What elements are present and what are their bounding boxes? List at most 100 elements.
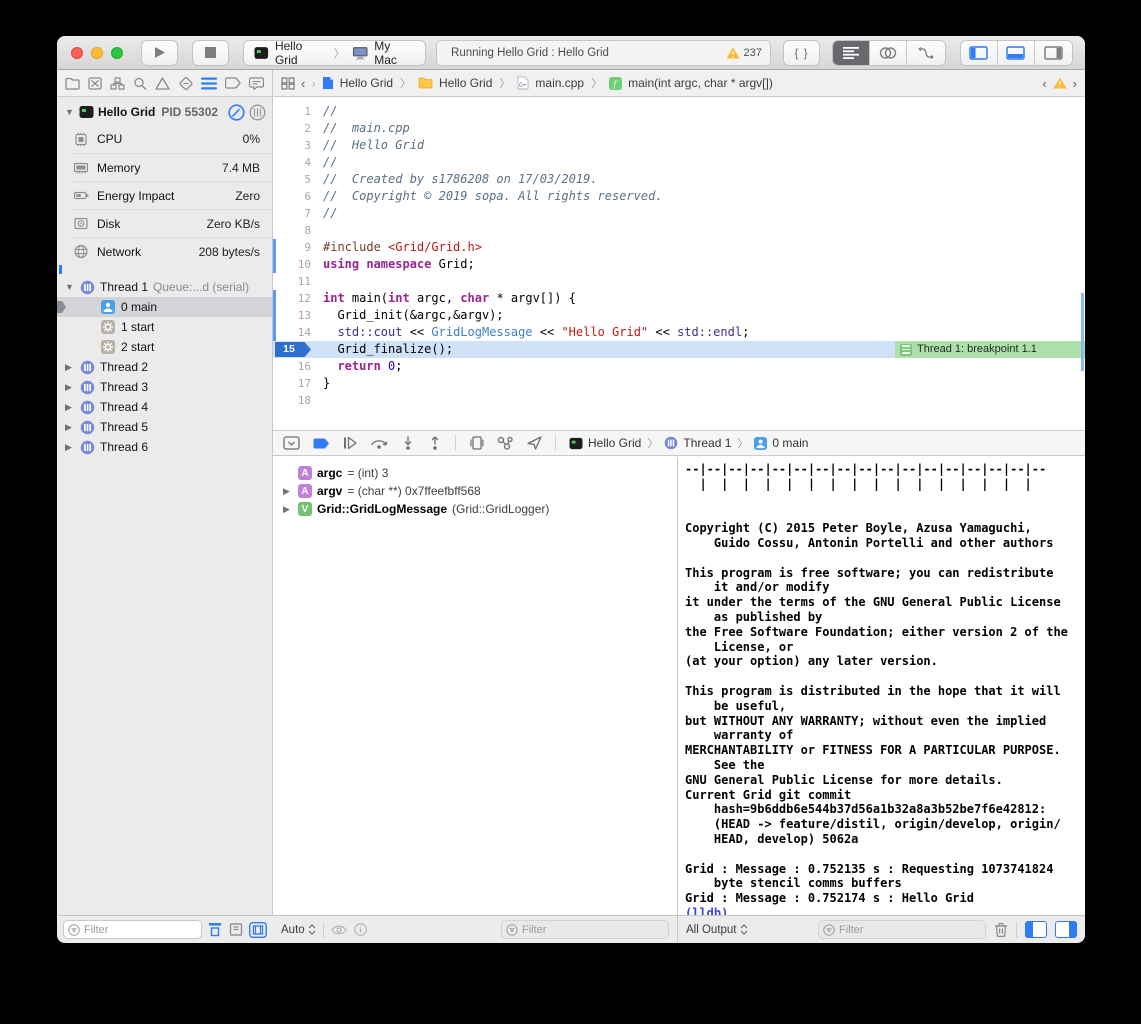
gauge-row-disk[interactable]: DiskZero KB/s <box>73 209 272 237</box>
code-line[interactable]: 2// main.cpp <box>273 120 1085 137</box>
forward-button[interactable]: › <box>311 76 315 91</box>
continue-button[interactable] <box>343 436 357 450</box>
jumpbar-file[interactable]: main.cpp <box>535 76 584 90</box>
code-line[interactable]: 7// <box>273 205 1085 222</box>
gauge-row-network[interactable]: Network208 bytes/s <box>73 237 272 265</box>
source-control-navigator-icon[interactable] <box>88 77 102 90</box>
disclosure-triangle-icon[interactable]: ▶ <box>65 382 75 393</box>
code-line[interactable]: 13 Grid_init(&argc,&argv); <box>273 307 1085 324</box>
toggle-navigator-button[interactable] <box>961 41 998 65</box>
debug-navigator-icon[interactable] <box>201 77 217 90</box>
clear-console-trash-button[interactable] <box>994 922 1008 937</box>
variable-row[interactable]: ▶VGrid::GridLogMessage(Grid::GridLogger) <box>273 500 677 518</box>
find-navigator-icon[interactable] <box>133 77 147 90</box>
crumb-app[interactable]: Hello Grid <box>588 436 641 450</box>
code-line[interactable]: 5// Created by s1786208 on 17/03/2019. <box>273 171 1085 188</box>
issue-navigator-icon[interactable] <box>155 77 170 90</box>
console-view[interactable]: --|--|--|--|--|--|--|--|--|--|--|--|--|-… <box>677 457 1085 915</box>
toggle-inspector-button[interactable] <box>1035 41 1072 65</box>
variables-filter-input[interactable] <box>502 924 668 936</box>
zoom-button[interactable] <box>111 47 123 59</box>
toggle-debug-area-button[interactable] <box>998 41 1035 65</box>
code-line[interactable]: 6// Copyright © 2019 sopa. All rights re… <box>273 188 1085 205</box>
test-navigator-icon[interactable] <box>179 77 193 90</box>
navigator-filter-input[interactable] <box>64 924 201 936</box>
variable-row[interactable]: ▶Aargv= (char **) 0x7ffeefbff568 <box>273 482 677 500</box>
disclosure-triangle-icon[interactable]: ▶ <box>283 486 293 497</box>
scheme-selector[interactable]: Hello Grid 〉 My Mac <box>243 40 426 66</box>
close-button[interactable] <box>71 47 83 59</box>
thread-row[interactable]: ▶Thread 3 <box>57 377 272 397</box>
disclosure-triangle-icon[interactable]: ▼ <box>65 282 75 292</box>
breakpoints-toggle-button[interactable] <box>313 437 330 450</box>
code-line[interactable]: 3// Hello Grid <box>273 137 1085 154</box>
disclosure-triangle-icon[interactable]: ▶ <box>65 402 75 413</box>
stack-frame-row[interactable]: 0 main <box>57 297 272 317</box>
console-filter-input[interactable] <box>819 924 985 936</box>
back-button[interactable]: ‹ <box>301 76 305 91</box>
code-line[interactable]: 18 <box>273 392 1085 409</box>
simulate-location-button[interactable] <box>527 436 542 450</box>
thread-view-button[interactable] <box>249 104 266 121</box>
disclosure-triangle-icon[interactable]: ▼ <box>65 107 75 117</box>
console-filter-field[interactable] <box>818 920 986 939</box>
assistant-editor-button[interactable] <box>870 41 907 65</box>
code-line[interactable]: 9#include <Grid/Grid.h> <box>273 239 1085 256</box>
code-line[interactable]: 1// <box>273 103 1085 120</box>
disclosure-triangle-icon[interactable]: ▶ <box>65 422 75 433</box>
breakpoint-badge[interactable]: 15 <box>275 342 311 357</box>
jumpbar-symbol[interactable]: main(int argc, char * argv[]) <box>628 76 773 90</box>
view-hierarchy-button[interactable] <box>469 436 484 450</box>
stack-frame-row[interactable]: 1 start <box>57 317 272 337</box>
source-editor[interactable]: 1//2// main.cpp3// Hello Grid4//5// Crea… <box>273 97 1085 430</box>
gauge-row-cpu[interactable]: CPU0% <box>73 125 272 153</box>
code-line[interactable]: 17} <box>273 375 1085 392</box>
hide-debug-area-button[interactable] <box>283 436 300 450</box>
version-editor-button[interactable] <box>907 41 944 65</box>
memory-graph-button[interactable] <box>497 436 514 450</box>
code-line[interactable]: 12int main(int argc, char * argv[]) { <box>273 290 1085 307</box>
jumpbar-folder[interactable]: Hello Grid <box>439 76 492 90</box>
step-into-button[interactable] <box>401 436 415 450</box>
related-items-icon[interactable] <box>281 77 295 90</box>
disclosure-triangle-icon[interactable]: ▶ <box>65 362 75 373</box>
code-line[interactable]: 16 return 0; <box>273 358 1085 375</box>
filter-running-toggle[interactable] <box>207 922 223 937</box>
next-issue-button[interactable]: › <box>1073 76 1077 91</box>
step-out-button[interactable] <box>428 436 442 450</box>
process-row[interactable]: ▼ Hello Grid PID 55302 <box>57 99 272 125</box>
library-button[interactable]: { } <box>783 40 820 66</box>
navigator-filter-field[interactable] <box>63 920 202 939</box>
project-navigator-icon[interactable] <box>65 77 80 90</box>
report-navigator-icon[interactable] <box>249 77 264 90</box>
console-output-dropdown[interactable]: All Output <box>686 924 748 936</box>
crumb-frame[interactable]: 0 main <box>772 436 808 450</box>
lldb-prompt[interactable]: (lldb) <box>685 906 1085 915</box>
thread-row[interactable]: ▶Thread 2 <box>57 357 272 377</box>
toggle-variables-view-button[interactable] <box>1025 921 1047 938</box>
disclosure-triangle-icon[interactable]: ▶ <box>65 442 75 453</box>
toggle-console-view-button[interactable] <box>1055 921 1077 938</box>
breakpoint-navigator-icon[interactable] <box>225 77 241 89</box>
variables-filter-field[interactable] <box>501 920 669 939</box>
crumb-thread[interactable]: Thread 1 <box>683 436 731 450</box>
code-line[interactable]: 10using namespace Grid; <box>273 256 1085 273</box>
code-line[interactable]: 8 <box>273 222 1085 239</box>
jumpbar-project[interactable]: Hello Grid <box>340 76 393 90</box>
stop-button[interactable] <box>192 40 229 66</box>
run-button[interactable] <box>141 40 178 66</box>
info-icon[interactable] <box>354 923 367 936</box>
stack-frame-row[interactable]: 2 start <box>57 337 272 357</box>
variable-row[interactable]: Aargc= (int) 3 <box>273 464 677 482</box>
standard-editor-button[interactable] <box>833 41 870 65</box>
code-line[interactable]: 4// <box>273 154 1085 171</box>
variables-scope-dropdown[interactable]: Auto <box>281 924 316 936</box>
disclosure-triangle-icon[interactable]: ▶ <box>283 504 293 515</box>
gauge-row-memory[interactable]: Memory7.4 MB <box>73 153 272 181</box>
filter-crashed-toggle[interactable] <box>228 922 244 937</box>
previous-issue-button[interactable]: ‹ <box>1042 76 1046 91</box>
quicklook-eye-icon[interactable] <box>331 924 347 936</box>
minimize-button[interactable] <box>91 47 103 59</box>
step-over-button[interactable] <box>370 436 388 450</box>
thread-row[interactable]: ▶Thread 5 <box>57 417 272 437</box>
